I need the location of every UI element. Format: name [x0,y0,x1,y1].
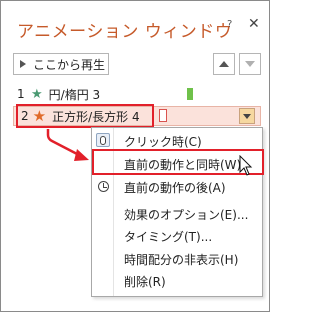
play-icon [20,60,26,68]
play-from-label: ここから再生 [33,57,106,72]
item-number: 1 [17,87,25,101]
item-dropdown-button[interactable] [239,108,255,124]
menu-item-remove[interactable]: 削除(R) [124,273,166,290]
menu-item-on-click[interactable]: クリック時(C) [124,133,202,150]
animation-pane: アニメーション ウィンドウ ? ✕ ここから再生 1 ★ 円/楕円 3 2 ★ … [0,0,270,312]
timeline-bar [159,109,167,122]
close-icon[interactable]: ✕ [248,16,260,32]
menu-item-after-previous[interactable]: 直前の動作の後(A) [124,179,226,196]
triangle-up-icon [219,61,229,67]
cursor-icon [239,155,253,176]
highlight-box [16,104,154,128]
mouse-icon [96,133,110,147]
chevron-down-icon [243,113,251,119]
pane-options-icon[interactable]: ? [227,19,239,33]
menu-item-hide-timeline[interactable]: 時間配分の非表示(H) [124,251,238,268]
clock-icon [96,179,110,193]
animation-list-item[interactable]: 1 ★ 円/楕円 3 [17,85,257,103]
star-icon: ★ [31,86,43,102]
pane-title: アニメーション ウィンドウ [17,22,233,42]
move-up-button[interactable] [213,53,235,75]
move-down-button[interactable] [239,53,261,75]
triangle-down-icon [245,61,255,67]
menu-item-effect-options[interactable]: 効果のオプション(E)... [124,206,248,223]
timeline-bar [187,88,193,100]
play-from-button[interactable]: ここから再生 [13,53,109,75]
menu-item-timing[interactable]: タイミング(T)... [124,228,212,245]
item-label: 円/楕円 3 [48,87,101,102]
